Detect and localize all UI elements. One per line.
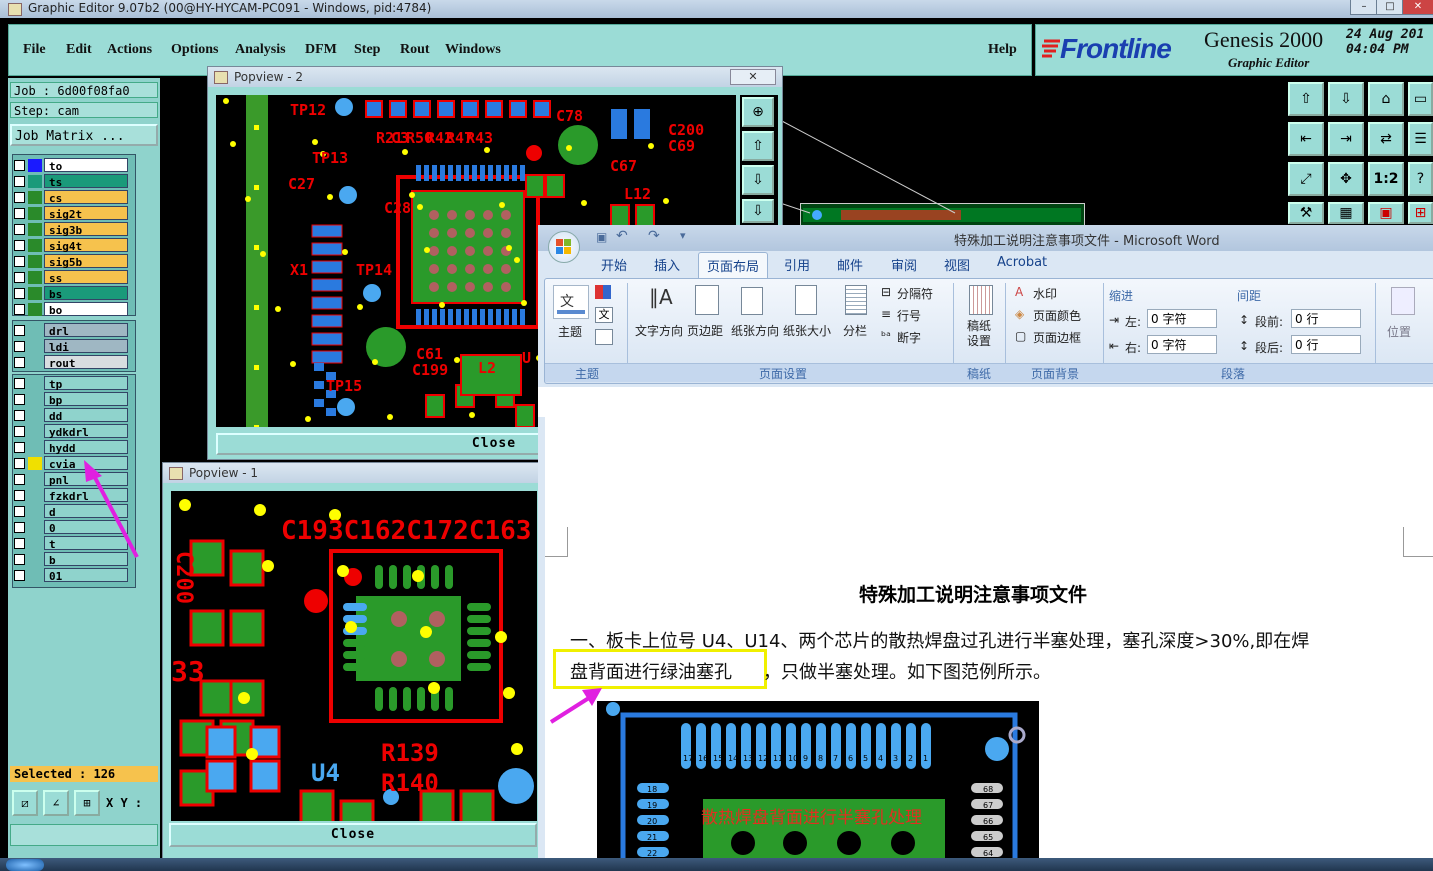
arrow-text-icon xyxy=(549,688,602,724)
arrow-cvia-icon xyxy=(84,460,139,558)
start-button[interactable] xyxy=(6,859,44,871)
office-button[interactable] xyxy=(548,231,580,263)
windows-taskbar xyxy=(0,858,1433,871)
annotation-arrows xyxy=(84,460,602,724)
